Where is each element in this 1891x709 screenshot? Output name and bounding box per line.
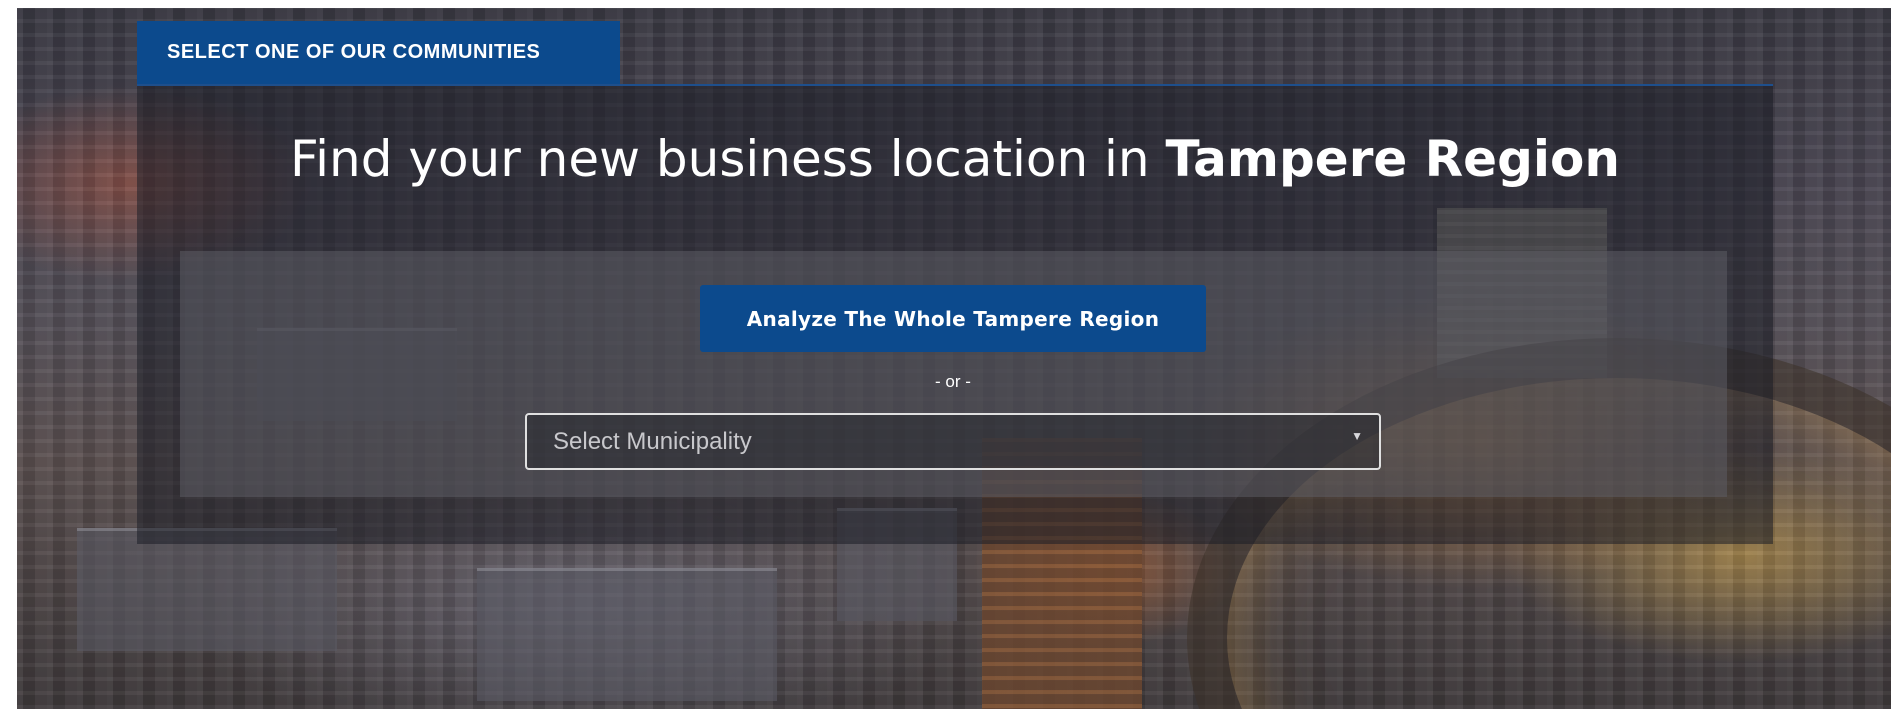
headline-region-name: Tampere Region: [1165, 130, 1620, 188]
municipality-select-value: Select Municipality: [553, 427, 752, 455]
select-communities-tab-label: SELECT ONE OF OUR COMMUNITIES: [167, 41, 541, 63]
page-headline: Find your new business location in Tampe…: [137, 130, 1773, 188]
analyze-whole-region-button[interactable]: Analyze The Whole Tampere Region: [700, 285, 1206, 352]
headline-prefix: Find your new business location in: [290, 130, 1166, 188]
select-communities-tab[interactable]: SELECT ONE OF OUR COMMUNITIES: [137, 21, 620, 84]
background-building: [477, 568, 777, 701]
or-divider-text: - or -: [935, 372, 971, 391]
dropdown-arrow-icon: ▼: [1351, 429, 1363, 443]
municipality-select[interactable]: Select Municipality ▼: [525, 413, 1381, 470]
background-building: [77, 528, 337, 651]
